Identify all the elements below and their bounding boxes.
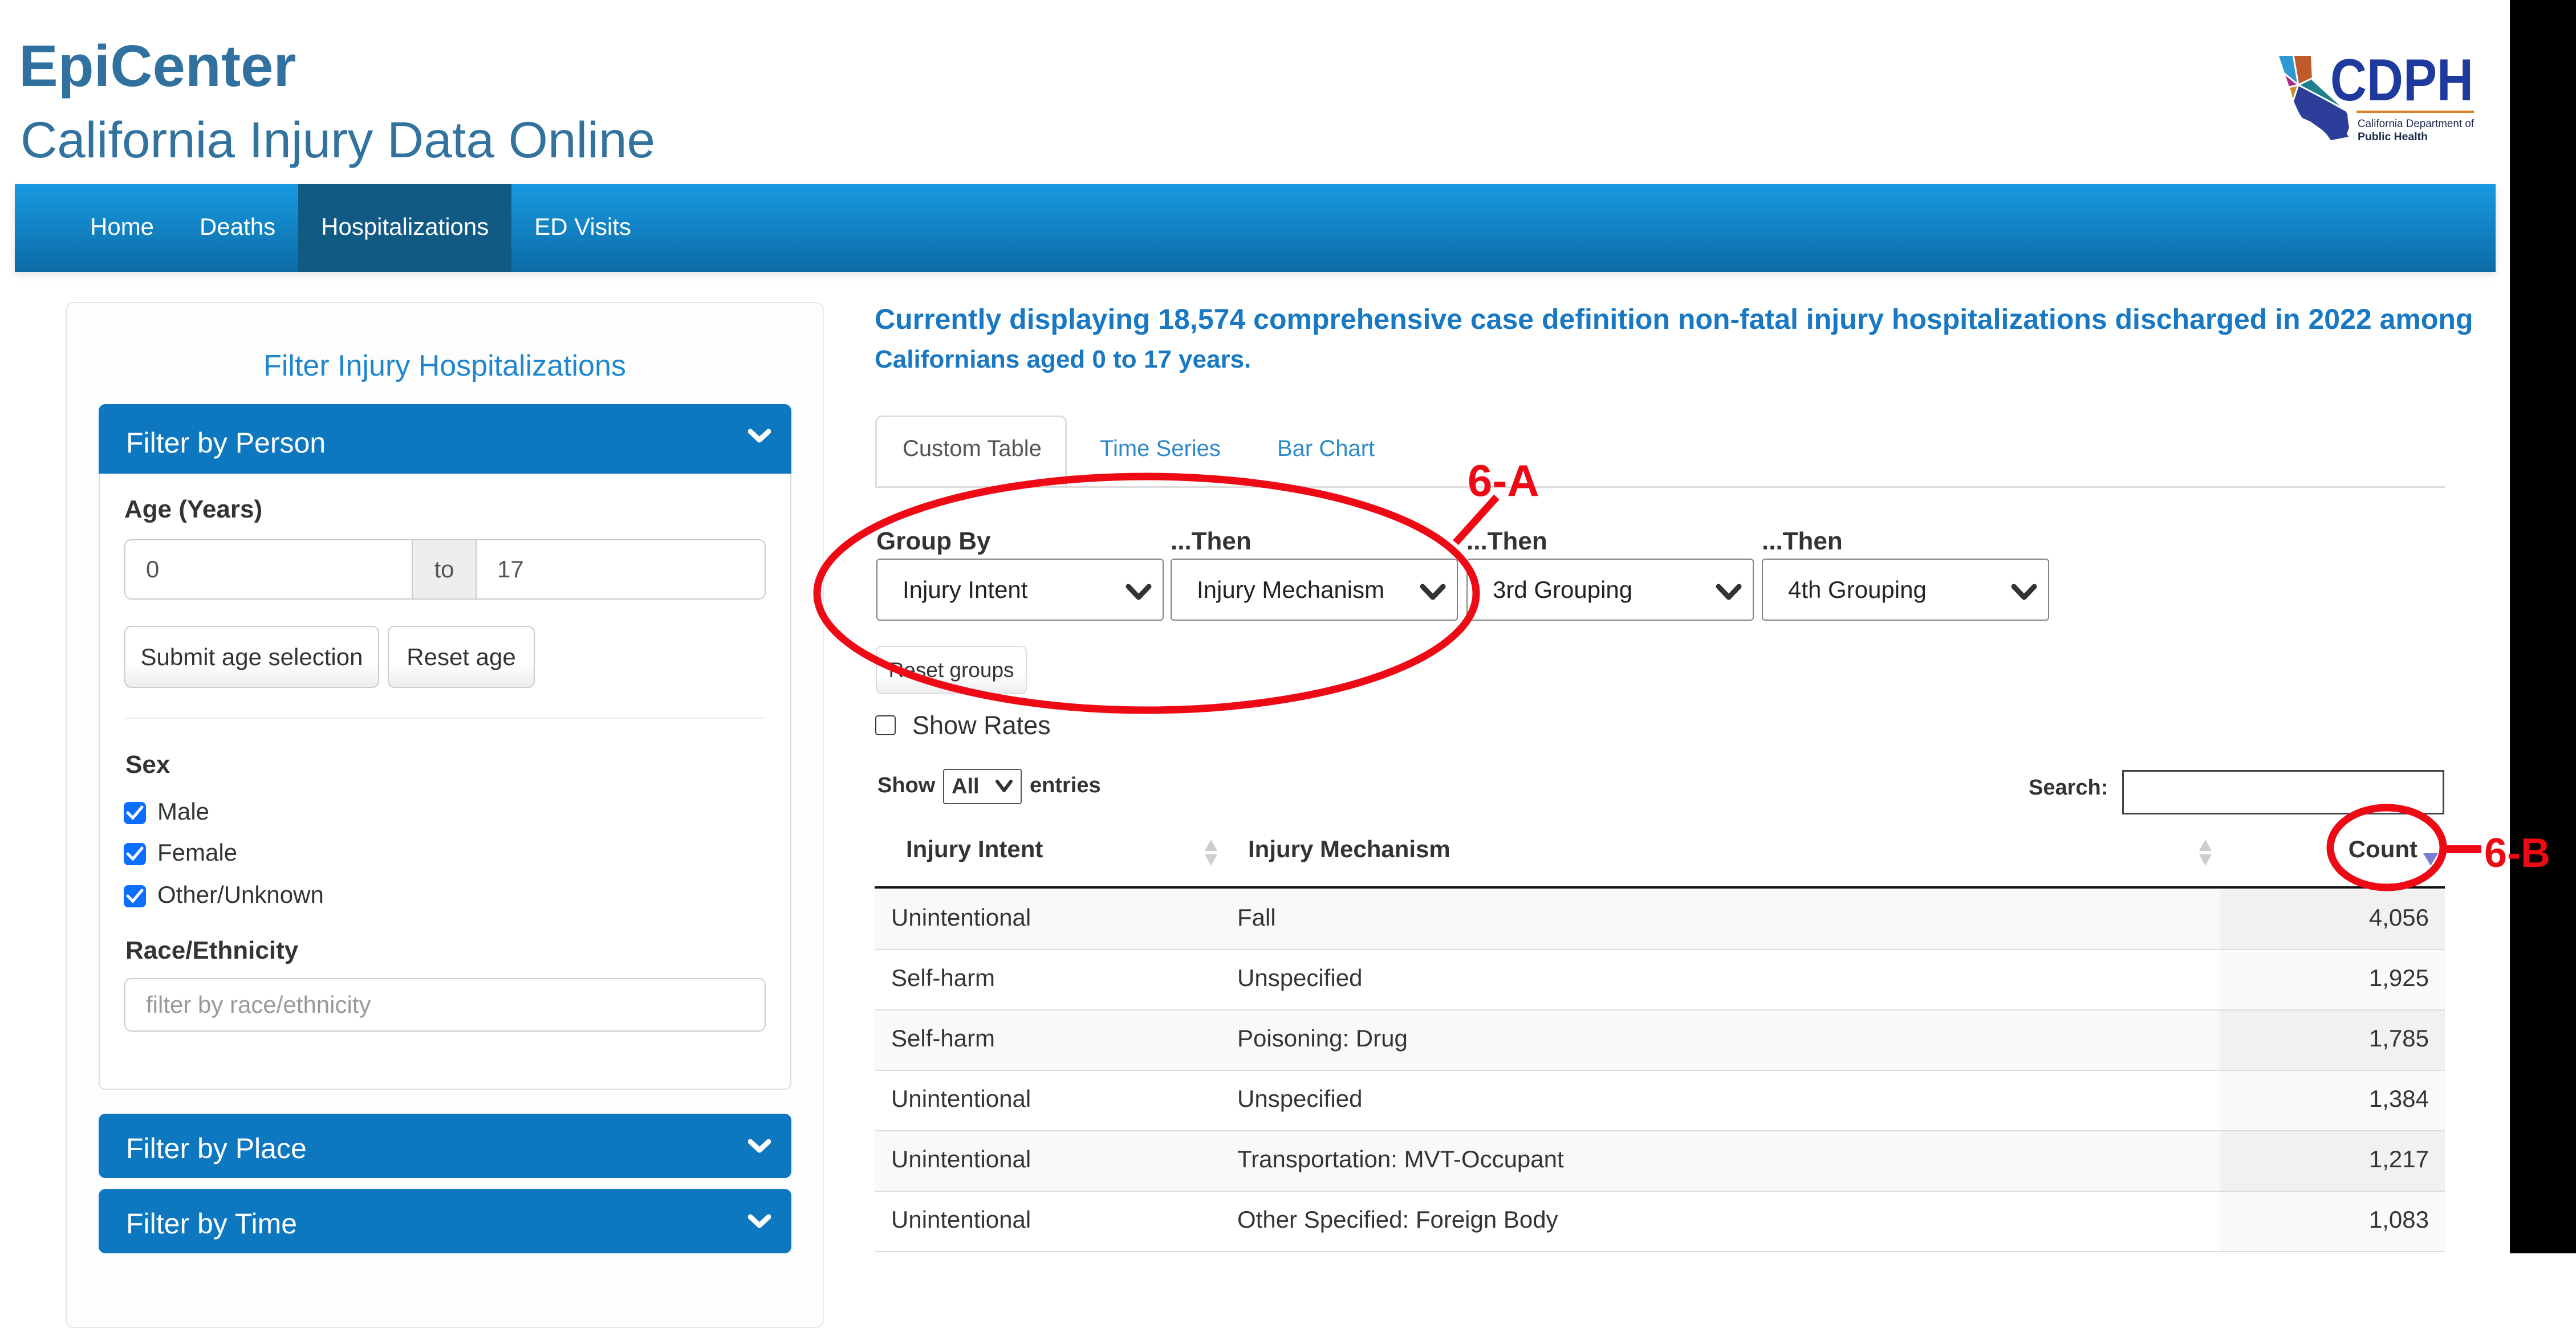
svg-text:6-B: 6-B [2484, 830, 2550, 876]
svg-text:6-A: 6-A [1468, 455, 1539, 506]
